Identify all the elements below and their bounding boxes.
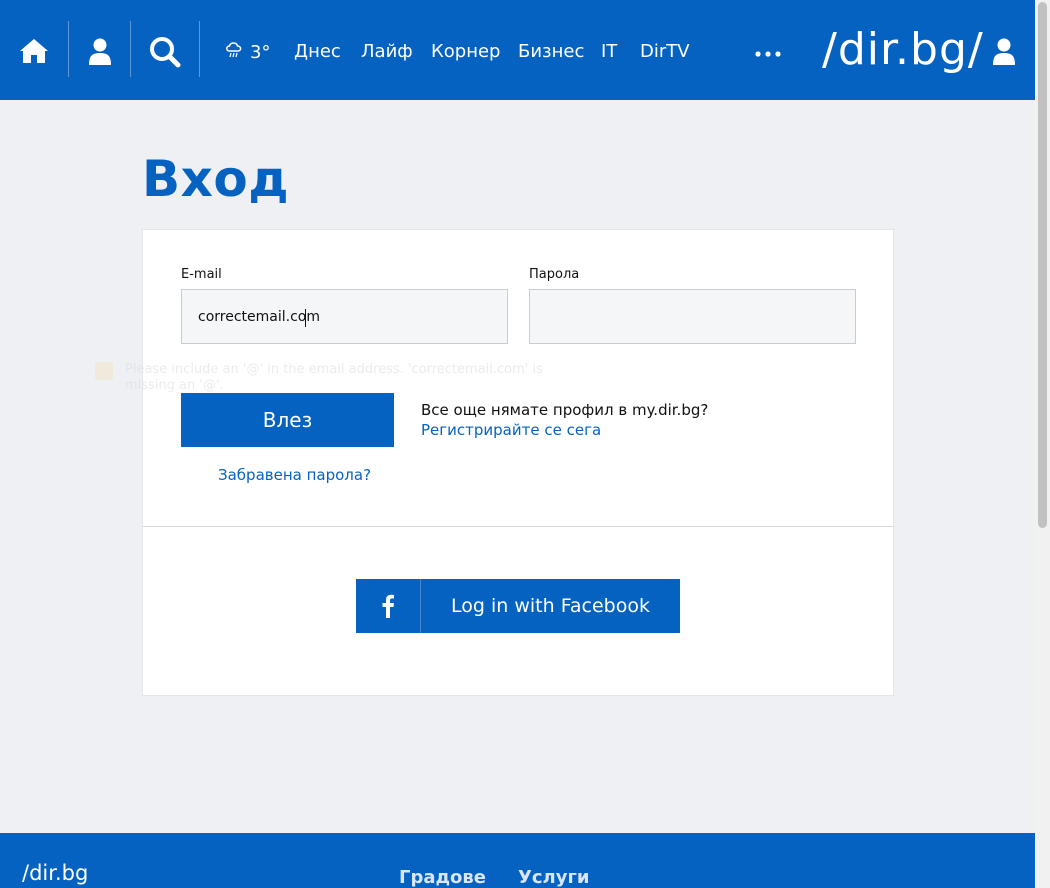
header-divider [130, 21, 131, 77]
validation-message: Please include an '@' in the email addre… [125, 362, 543, 393]
card-divider [143, 526, 893, 527]
account-icon[interactable] [990, 37, 1018, 67]
nav-link-it[interactable]: IT [601, 41, 617, 63]
nav-link-biznes[interactable]: Бизнес [518, 41, 584, 63]
login-card: E-mail Парола Please include an '@' in t… [95, 229, 894, 696]
search-icon[interactable] [148, 36, 182, 68]
email-field[interactable] [181, 289, 508, 344]
scrollbar-thumb[interactable] [1038, 2, 1047, 528]
nav-link-dirtv[interactable]: DirTV [640, 41, 690, 63]
more-icon[interactable] [752, 40, 784, 68]
nav-link-dnes[interactable]: Днес [294, 41, 341, 63]
facebook-button-label: Log in with Facebook [451, 595, 650, 617]
facebook-login-button[interactable]: Log in with Facebook [356, 579, 680, 633]
header-divider [199, 21, 200, 77]
weather-widget[interactable]: 3° [224, 40, 270, 65]
footer: /dir.bg Градове Услуги [0, 833, 1035, 888]
nav-link-layf[interactable]: Лайф [361, 41, 413, 63]
password-label: Парола [529, 267, 580, 282]
password-field[interactable] [529, 289, 856, 344]
header-divider [68, 21, 69, 77]
footer-link-uslugi[interactable]: Услуги [518, 867, 589, 888]
register-link[interactable]: Регистрирайте се сега [421, 421, 601, 439]
nav-link-korner[interactable]: Корнер [431, 41, 501, 63]
login-button[interactable]: Влез [181, 393, 394, 447]
weather-icon [224, 40, 244, 65]
weather-temperature: 3° [250, 42, 271, 63]
page-scrollbar[interactable] [1035, 0, 1050, 888]
forgot-password-link[interactable]: Забравена парола? [218, 466, 371, 484]
text-caret [305, 309, 306, 327]
footer-logo[interactable]: /dir.bg [22, 861, 88, 885]
home-icon[interactable] [18, 36, 50, 66]
page-title: Вход [142, 150, 290, 208]
email-label: E-mail [181, 267, 222, 282]
top-navigation-bar: 3° Днес Лайф Корнер Бизнес IT DirTV /dir… [0, 0, 1035, 100]
facebook-icon [356, 579, 421, 633]
footer-link-gradove[interactable]: Градове [399, 867, 486, 888]
site-logo[interactable]: /dir.bg/ [822, 24, 984, 76]
user-icon[interactable] [86, 37, 114, 67]
warning-icon [95, 362, 113, 380]
no-account-text: Все още нямате профил в my.dir.bg? [421, 401, 709, 419]
